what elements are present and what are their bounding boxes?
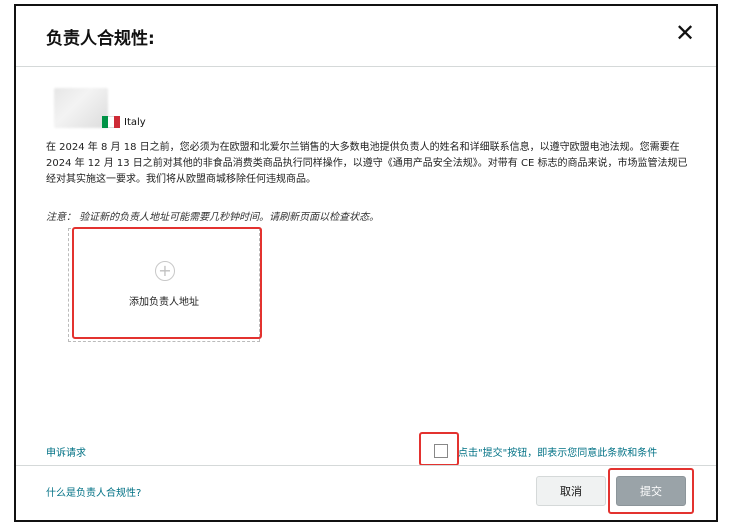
close-icon[interactable]: ✕ xyxy=(672,19,698,47)
add-address-label: 添加负责人地址 xyxy=(129,297,199,308)
italy-flag-icon xyxy=(102,116,120,128)
dialog-header: 负责人合规性: ✕ xyxy=(16,6,716,67)
agreement-text: 点击"提交"按钮，即表示您同意此条款和条件 xyxy=(458,448,658,459)
compliance-description: 在 2024 年 8 月 18 日之前，您必须为在欧盟和北爱尔兰销售的大多数电池… xyxy=(46,142,688,185)
dialog-footer: 什么是负责人合规性? 取消 提交 xyxy=(16,465,716,520)
add-responsible-address-card[interactable]: + 添加负责人地址 xyxy=(68,228,260,342)
country-name: Italy xyxy=(124,116,146,128)
responsible-person-dialog: 负责人合规性: ✕ Italy 在 2024 年 8 月 18 日之前，您必须为… xyxy=(14,4,718,522)
cancel-button[interactable]: 取消 xyxy=(536,476,606,506)
blurred-avatar xyxy=(54,88,108,128)
submit-button[interactable]: 提交 xyxy=(616,476,686,506)
agreement-checkbox[interactable] xyxy=(434,444,448,458)
verification-note: 注意： 验证新的负责人地址可能需要几秒钟时间。请刷新页面以检查状态。 xyxy=(46,212,380,223)
appeal-request-link[interactable]: 申诉请求 xyxy=(46,444,86,459)
help-link[interactable]: 什么是负责人合规性? xyxy=(46,484,141,499)
dialog-title: 负责人合规性: xyxy=(46,29,155,49)
country-indicator: Italy xyxy=(102,116,146,128)
add-circle-icon: + xyxy=(155,261,175,281)
